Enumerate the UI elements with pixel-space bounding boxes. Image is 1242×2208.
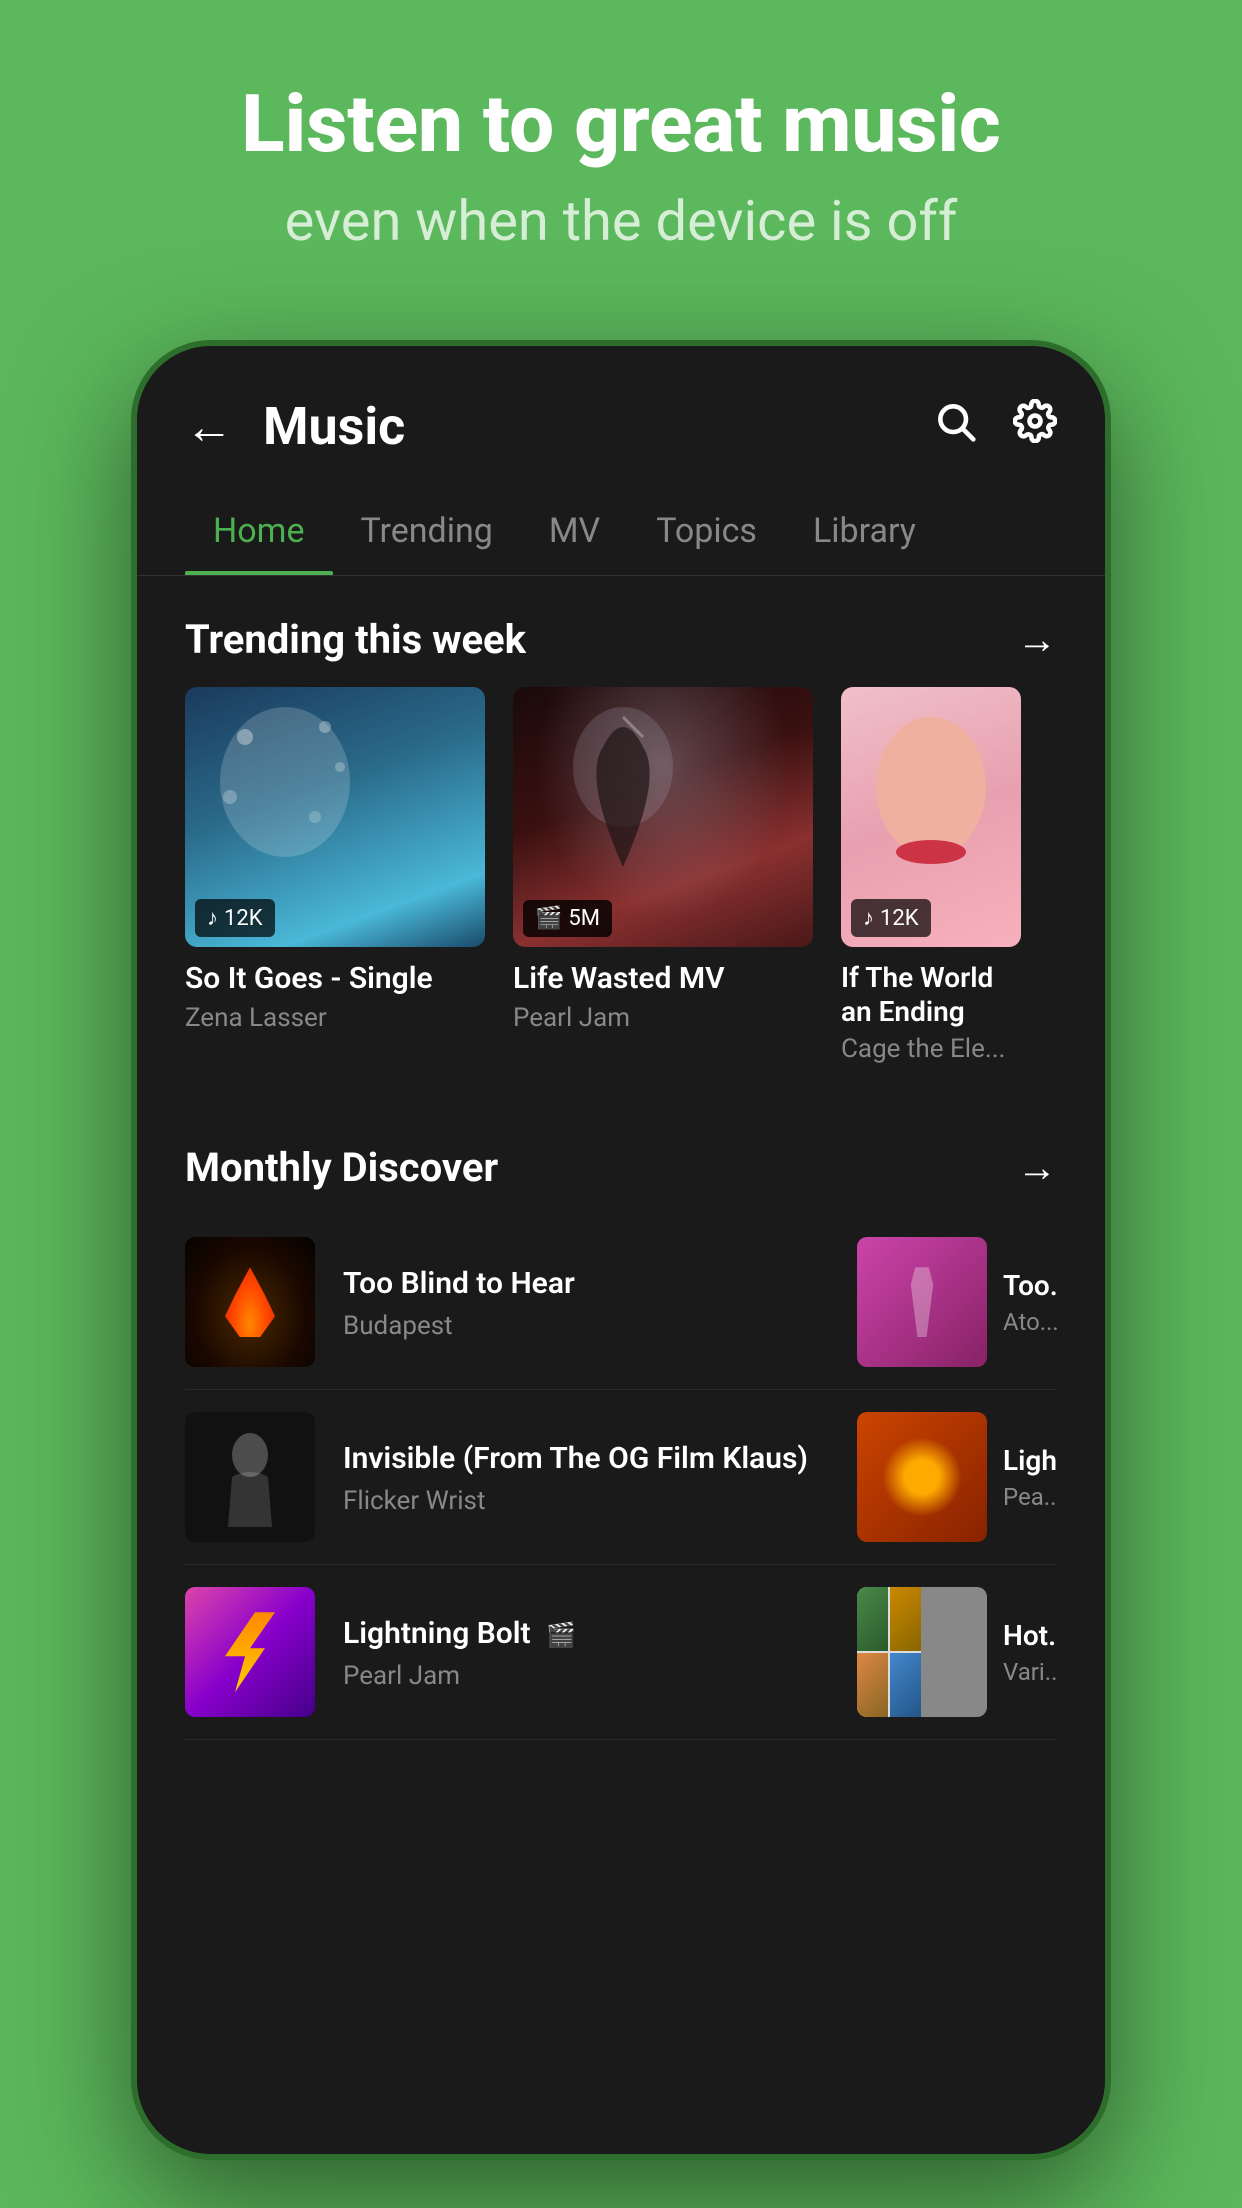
grid-cell-warm [857, 1653, 888, 1717]
discover-thumb-2 [185, 1412, 315, 1542]
trending-section-title: Trending this week [185, 616, 526, 663]
right-info-1: Too... Ato... [1003, 1269, 1057, 1336]
discover-thumb-1 [185, 1237, 315, 1367]
fire-icon [225, 1267, 275, 1337]
settings-icon[interactable] [1013, 399, 1057, 454]
trending-card-1[interactable]: ♪12K So It Goes - Single Zena Lasser [185, 687, 485, 1064]
grid-cell-colorful [890, 1587, 921, 1651]
discover-title-1: Too Blind to Hear [343, 1264, 829, 1303]
right-title-2: Ligh... [1003, 1444, 1057, 1477]
hero-section: Listen to great music even when the devi… [0, 0, 1242, 315]
discover-right-2: Ligh... Pea... [857, 1412, 1057, 1542]
page-title: Music [263, 396, 933, 457]
video-camera-icon: 🎬 [546, 1621, 576, 1649]
phone-screen: ← Music Home [137, 346, 1105, 2154]
monthly-section-title: Monthly Discover [185, 1144, 498, 1191]
right-title-3: Hot... [1003, 1619, 1057, 1652]
tab-topics[interactable]: Topics [628, 487, 785, 575]
discover-title-2: Invisible (From The OG Film Klaus) [343, 1439, 829, 1478]
trending-cards-list: ♪12K So It Goes - Single Zena Lasser [137, 687, 1105, 1104]
app-header: ← Music [137, 346, 1105, 487]
trending-card-artist-2: Pearl Jam [513, 1003, 813, 1033]
discover-thumb-3 [185, 1587, 315, 1717]
discover-artist-3: Pearl Jam [343, 1661, 829, 1691]
right-artist-3: Vari... [1003, 1658, 1057, 1686]
trending-thumb-3: ♪12K [841, 687, 1021, 947]
lightning-icon [225, 1612, 275, 1692]
monthly-arrow[interactable]: → [1017, 1144, 1057, 1191]
trending-arrow[interactable]: → [1017, 616, 1057, 663]
grid-cell-blue [890, 1653, 921, 1717]
grid-cell-nature [857, 1587, 888, 1651]
discover-row-3[interactable]: Lightning Bolt 🎬 Pearl Jam [185, 1565, 1057, 1740]
trending-card-title-3: If The Worldan Ending [841, 961, 1021, 1028]
navigation-tabs: Home Trending MV Topics Library [137, 487, 1105, 576]
trending-card-artist-1: Zena Lasser [185, 1003, 485, 1033]
discover-artist-1: Budapest [343, 1311, 829, 1341]
discover-title-3: Lightning Bolt 🎬 [343, 1614, 829, 1653]
right-info-2: Ligh... Pea... [1003, 1444, 1057, 1511]
right-info-3: Hot... Vari... [1003, 1619, 1057, 1686]
trending-card-artist-3: Cage the Ele... [841, 1034, 1021, 1064]
trending-card-2[interactable]: 🎬5M Life Wasted MV Pearl Jam [513, 687, 813, 1064]
trending-badge-1: ♪12K [195, 899, 275, 937]
tab-mv[interactable]: MV [521, 487, 628, 575]
person-icon [900, 1267, 945, 1337]
trending-card-3[interactable]: ♪12K If The Worldan Ending Cage the Ele.… [841, 687, 1021, 1064]
discover-right-1: Too... Ato... [857, 1237, 1057, 1367]
tab-trending[interactable]: Trending [333, 487, 521, 575]
discover-info-3: Lightning Bolt 🎬 Pearl Jam [343, 1614, 829, 1691]
trending-badge-2: 🎬5M [523, 900, 612, 937]
trending-section-header: Trending this week → [137, 576, 1105, 687]
discover-list: Too Blind to Hear Budapest Too... [137, 1215, 1105, 1740]
discover-right-3: Hot... Vari... [857, 1587, 1057, 1717]
discover-row-1[interactable]: Too Blind to Hear Budapest Too... [185, 1215, 1057, 1390]
trending-card-title-2: Life Wasted MV [513, 961, 813, 997]
sun-icon [882, 1437, 962, 1517]
trending-thumb-1: ♪12K [185, 687, 485, 947]
search-icon[interactable] [933, 399, 977, 454]
discover-right-thumb-3 [857, 1587, 987, 1717]
trending-badge-3: ♪12K [851, 899, 931, 937]
main-content: Trending this week → [137, 576, 1105, 2154]
phone-device: ← Music Home [131, 340, 1111, 2160]
discover-info-1: Too Blind to Hear Budapest [343, 1264, 829, 1341]
hero-title: Listen to great music [40, 80, 1202, 168]
trending-thumb-2: 🎬5M [513, 687, 813, 947]
tab-library[interactable]: Library [785, 487, 944, 575]
discover-artist-2: Flicker Wrist [343, 1486, 829, 1516]
back-button[interactable]: ← [185, 398, 233, 455]
right-artist-2: Pea... [1003, 1483, 1057, 1511]
monthly-section: Monthly Discover → Too Blind to Hear [137, 1104, 1105, 1760]
header-icons [933, 399, 1057, 454]
hero-subtitle: even when the device is off [40, 188, 1202, 255]
discover-row-2[interactable]: Invisible (From The OG Film Klaus) Flick… [185, 1390, 1057, 1565]
trending-card-title-1: So It Goes - Single [185, 961, 485, 997]
discover-right-thumb-2 [857, 1412, 987, 1542]
discover-info-2: Invisible (From The OG Film Klaus) Flick… [343, 1439, 829, 1516]
right-artist-1: Ato... [1003, 1308, 1057, 1336]
discover-right-thumb-1 [857, 1237, 987, 1367]
right-title-1: Too... [1003, 1269, 1057, 1302]
monthly-section-header: Monthly Discover → [137, 1104, 1105, 1215]
tab-home[interactable]: Home [185, 487, 333, 575]
